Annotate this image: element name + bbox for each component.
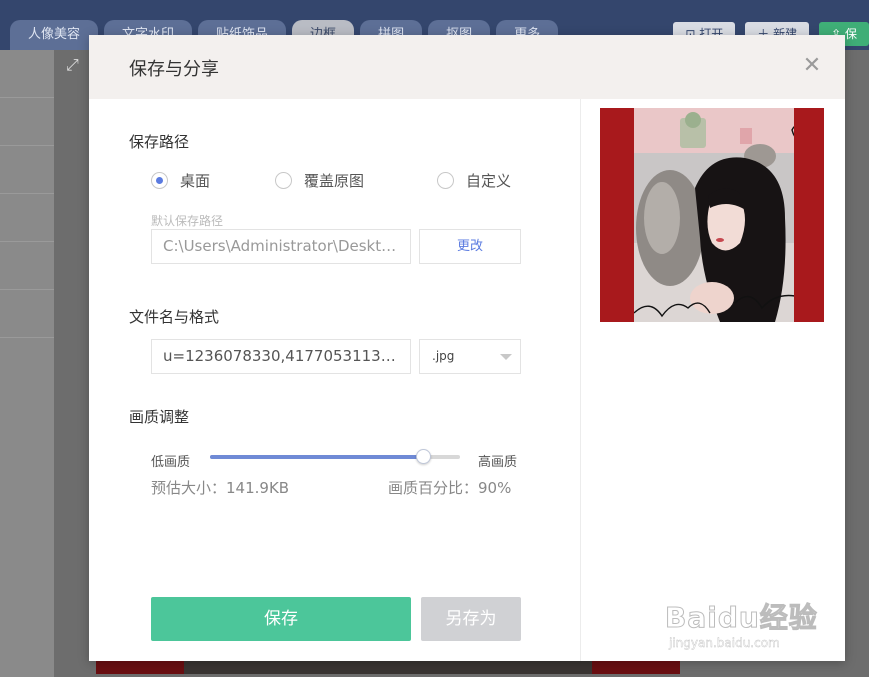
watermark-logo: Baidu经验 [665, 601, 818, 635]
quality-slider[interactable] [210, 449, 460, 464]
preview-image [600, 108, 824, 322]
radio-label: 覆盖原图 [304, 172, 365, 190]
background-photo [96, 660, 680, 674]
radio-custom[interactable]: 自定义 [437, 170, 511, 191]
dialog-divider [580, 99, 581, 661]
radio-label: 自定义 [466, 172, 512, 190]
radio-unchecked-icon [275, 172, 292, 189]
save-path-title: 保存路径 [129, 133, 190, 151]
low-quality-label: 低画质 [151, 455, 191, 470]
dialog-title: 保存与分享 [129, 59, 219, 80]
chevron-down-icon [500, 354, 512, 360]
save-share-dialog: 保存与分享 ✕ 保存路径 桌面 覆盖原图 自定义 默认保存路径 C:\Users… [89, 35, 845, 661]
quality-slider-handle[interactable] [416, 449, 431, 464]
dialog-header: 保存与分享 ✕ [89, 35, 845, 99]
radio-desktop[interactable]: 桌面 [151, 170, 210, 191]
file-section-title: 文件名与格式 [129, 308, 220, 326]
save-as-button[interactable]: 另存为 [421, 597, 521, 641]
app-tab[interactable]: 人像美容 [10, 20, 99, 50]
filename-input[interactable]: u=1236078330,4177053113&f... [151, 339, 411, 374]
format-value: .jpg [432, 349, 455, 363]
radio-overwrite[interactable]: 覆盖原图 [275, 170, 364, 191]
expand-icon[interactable]: ⤢ [66, 56, 84, 74]
save-path-options: 桌面 覆盖原图 自定义 [151, 170, 531, 192]
quality-slider-fill [210, 455, 423, 459]
save-button[interactable]: 保存 [151, 597, 411, 641]
baidu-jingyan-watermark: Baidu经验 jingyan.baidu.com [665, 596, 865, 658]
radio-label: 桌面 [180, 172, 211, 190]
estimated-size: 预估大小：141.9KB [151, 479, 290, 497]
change-path-button[interactable]: 更改 [419, 229, 521, 264]
format-select[interactable]: .jpg [419, 339, 521, 374]
close-icon[interactable]: ✕ [801, 53, 823, 79]
watermark-url: jingyan.baidu.com [669, 636, 780, 650]
default-path-hint: 默认保存路径 [151, 214, 224, 228]
save-path-input[interactable]: C:\Users\Administrator\Desktop [151, 229, 411, 264]
quality-section-title: 画质调整 [129, 408, 190, 426]
radio-checked-icon [151, 172, 168, 189]
app-left-panel [0, 50, 54, 677]
quality-percent: 画质百分比：90% [388, 479, 512, 497]
preview-photo [600, 108, 824, 322]
radio-unchecked-icon [437, 172, 454, 189]
high-quality-label: 高画质 [478, 455, 518, 470]
